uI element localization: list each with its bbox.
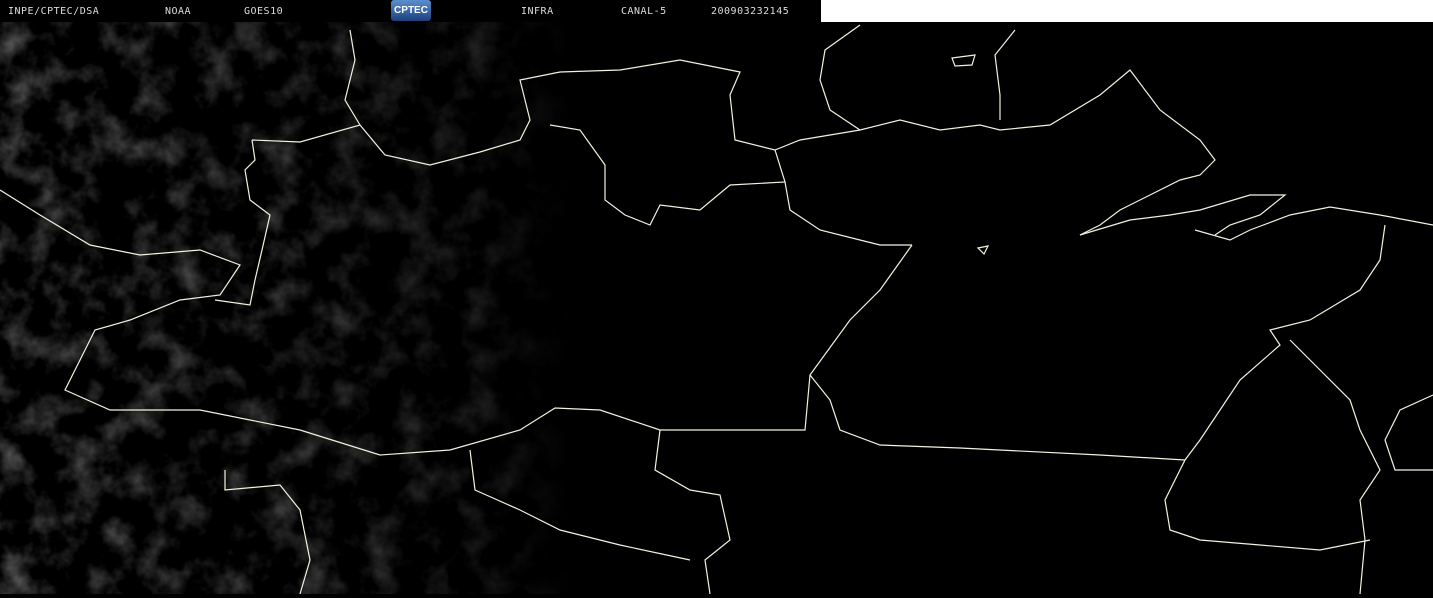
cloud-cover <box>0 0 1433 594</box>
satellite-image <box>0 0 1433 595</box>
image-header-bar: INPE/CPTEC/DSA NOAA GOES10 CPTEC INFRA C… <box>0 0 821 22</box>
source-label: INPE/CPTEC/DSA <box>8 6 100 17</box>
channel-label: CANAL-5 <box>621 6 667 17</box>
satellite-label: GOES10 <box>244 6 284 17</box>
agency-label: NOAA <box>165 6 192 17</box>
header-blank-area <box>821 0 1433 22</box>
cptec-logo: CPTEC <box>391 0 431 21</box>
product-label: INFRA <box>521 6 554 17</box>
timestamp-label: 200903232145 <box>711 6 790 17</box>
